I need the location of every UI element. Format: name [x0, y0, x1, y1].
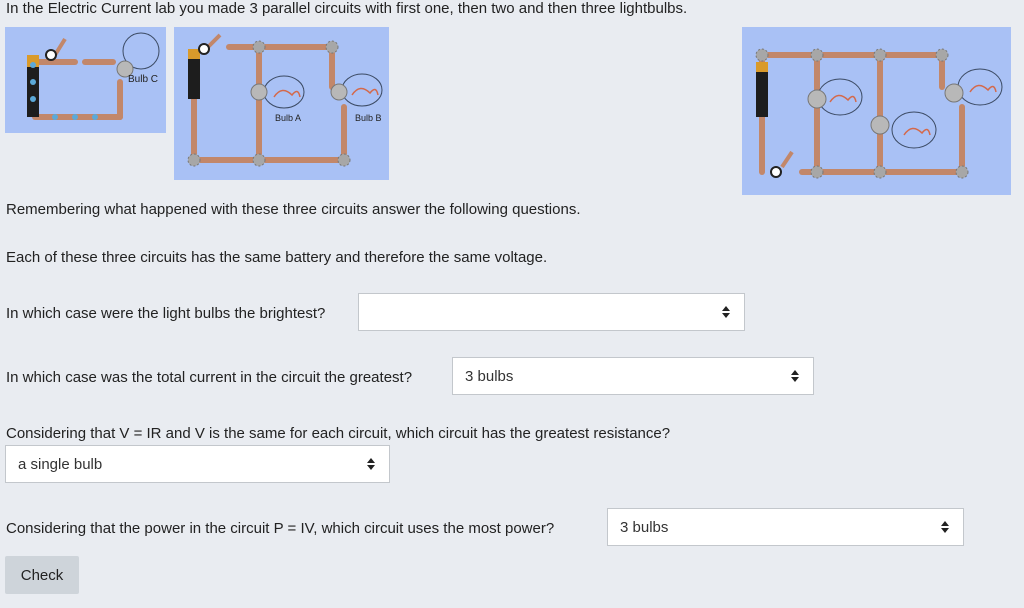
brightest-select[interactable] [358, 293, 745, 331]
current-select[interactable]: 3 bulbs [452, 357, 814, 395]
voltage-text: Each of these three circuits has the sam… [6, 249, 548, 266]
bulb-b-label: Bulb B [355, 113, 382, 123]
up-down-arrows-icon [941, 521, 949, 533]
question-brightest-label: In which case were the light bulbs the b… [6, 305, 326, 322]
question-current-label: In which case was the total current in t… [6, 369, 413, 386]
circuit-three-bulbs-image [742, 27, 1011, 195]
question-power-label: Considering that the power in the circui… [6, 520, 555, 537]
resistance-select-value: a single bulb [18, 455, 103, 473]
resistance-select[interactable]: a single bulb [5, 445, 390, 483]
question-resistance-label: Considering that V = IR and V is the sam… [6, 425, 671, 442]
remember-text: Remembering what happened with these thr… [6, 201, 581, 218]
check-button[interactable]: Check [5, 556, 79, 594]
current-select-value: 3 bulbs [465, 367, 514, 385]
bulb-a-label: Bulb A [275, 113, 301, 123]
circuit-two-bulbs-image: Bulb A Bulb B [174, 27, 389, 180]
up-down-arrows-icon [791, 370, 799, 382]
power-select-value: 3 bulbs [620, 518, 669, 536]
up-down-arrows-icon [367, 458, 375, 470]
up-down-arrows-icon [722, 306, 730, 318]
circuit-one-bulb-image: Bulb C [5, 27, 166, 133]
power-select[interactable]: 3 bulbs [607, 508, 964, 546]
bulb-c-label: Bulb C [128, 74, 158, 85]
intro-text: In the Electric Current lab you made 3 p… [6, 0, 688, 17]
